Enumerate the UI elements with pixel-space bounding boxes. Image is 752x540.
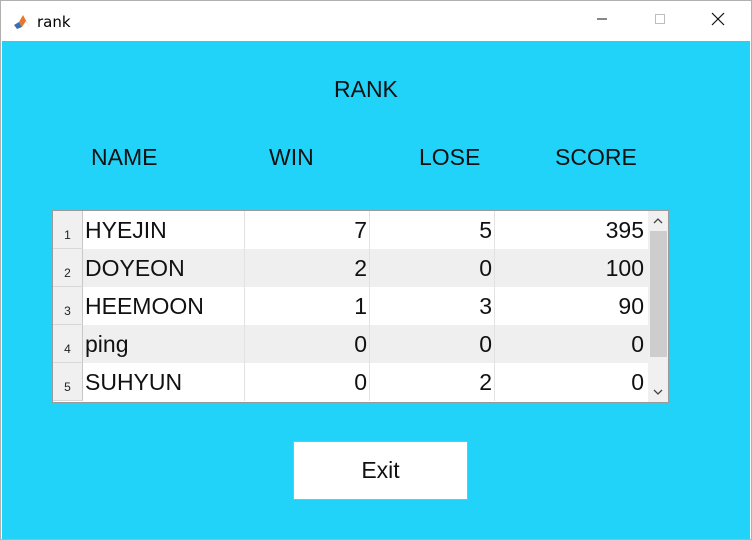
- cell-win[interactable]: 1: [245, 287, 370, 325]
- cell-name[interactable]: SUHYUN: [83, 363, 245, 401]
- cell-score[interactable]: 100: [495, 249, 646, 287]
- window-title: rank: [37, 13, 71, 31]
- minimize-icon: [596, 12, 608, 30]
- minimize-button[interactable]: [579, 1, 625, 41]
- chevron-down-icon: [653, 383, 663, 401]
- header-name: NAME: [91, 144, 158, 170]
- cell-name[interactable]: HEEMOON: [83, 287, 245, 325]
- cell-score[interactable]: 0: [495, 363, 646, 401]
- table-row[interactable]: 1 HYEJIN 7 5 395: [53, 211, 648, 249]
- cell-win[interactable]: 2: [245, 249, 370, 287]
- chevron-up-icon: [653, 212, 663, 230]
- header-score: SCORE: [555, 144, 637, 170]
- table-row[interactable]: 4 ping 0 0 0: [53, 325, 648, 363]
- scrollbar-thumb[interactable]: [650, 231, 667, 357]
- row-number: 3: [53, 287, 83, 325]
- row-number: 2: [53, 249, 83, 287]
- scroll-down-button[interactable]: [648, 382, 668, 402]
- cell-score[interactable]: 90: [495, 287, 646, 325]
- header-lose: LOSE: [419, 144, 481, 170]
- cell-score[interactable]: 0: [495, 325, 646, 363]
- row-number: 4: [53, 325, 83, 363]
- cell-lose[interactable]: 0: [370, 325, 495, 363]
- rank-table[interactable]: 1 HYEJIN 7 5 395 2 DOYEON 2 0 100 3 HEEM…: [52, 210, 669, 403]
- cell-lose[interactable]: 2: [370, 363, 495, 401]
- table-row[interactable]: 5 SUHYUN 0 2 0: [53, 363, 648, 401]
- title-bar: rank: [1, 1, 751, 41]
- table-row[interactable]: 3 HEEMOON 1 3 90: [53, 287, 648, 325]
- page-title: RANK: [334, 76, 398, 102]
- close-button[interactable]: [695, 1, 741, 41]
- cell-name[interactable]: ping: [83, 325, 245, 363]
- header-win: WIN: [269, 144, 314, 170]
- close-icon: [711, 12, 725, 31]
- cell-lose[interactable]: 3: [370, 287, 495, 325]
- exit-button[interactable]: Exit: [293, 441, 468, 500]
- vertical-scrollbar[interactable]: [648, 211, 668, 402]
- cell-name[interactable]: DOYEON: [83, 249, 245, 287]
- matlab-icon: [13, 13, 31, 31]
- cell-win[interactable]: 0: [245, 325, 370, 363]
- row-number: 1: [53, 211, 83, 249]
- cell-lose[interactable]: 0: [370, 249, 495, 287]
- scroll-up-button[interactable]: [648, 211, 668, 231]
- row-number: 5: [53, 363, 83, 401]
- client-area: RANK NAME WIN LOSE SCORE 1 HYEJIN 7 5 39…: [2, 41, 750, 539]
- cell-win[interactable]: 7: [245, 211, 370, 249]
- table-row[interactable]: 2 DOYEON 2 0 100: [53, 249, 648, 287]
- cell-lose[interactable]: 5: [370, 211, 495, 249]
- cell-name[interactable]: HYEJIN: [83, 211, 245, 249]
- maximize-button[interactable]: [637, 1, 683, 41]
- maximize-icon: [654, 12, 666, 30]
- rank-window: rank RANK NAME WIN LOSE SCORE 1 HYEJIN 7…: [0, 0, 752, 540]
- cell-win[interactable]: 0: [245, 363, 370, 401]
- cell-score[interactable]: 395: [495, 211, 646, 249]
